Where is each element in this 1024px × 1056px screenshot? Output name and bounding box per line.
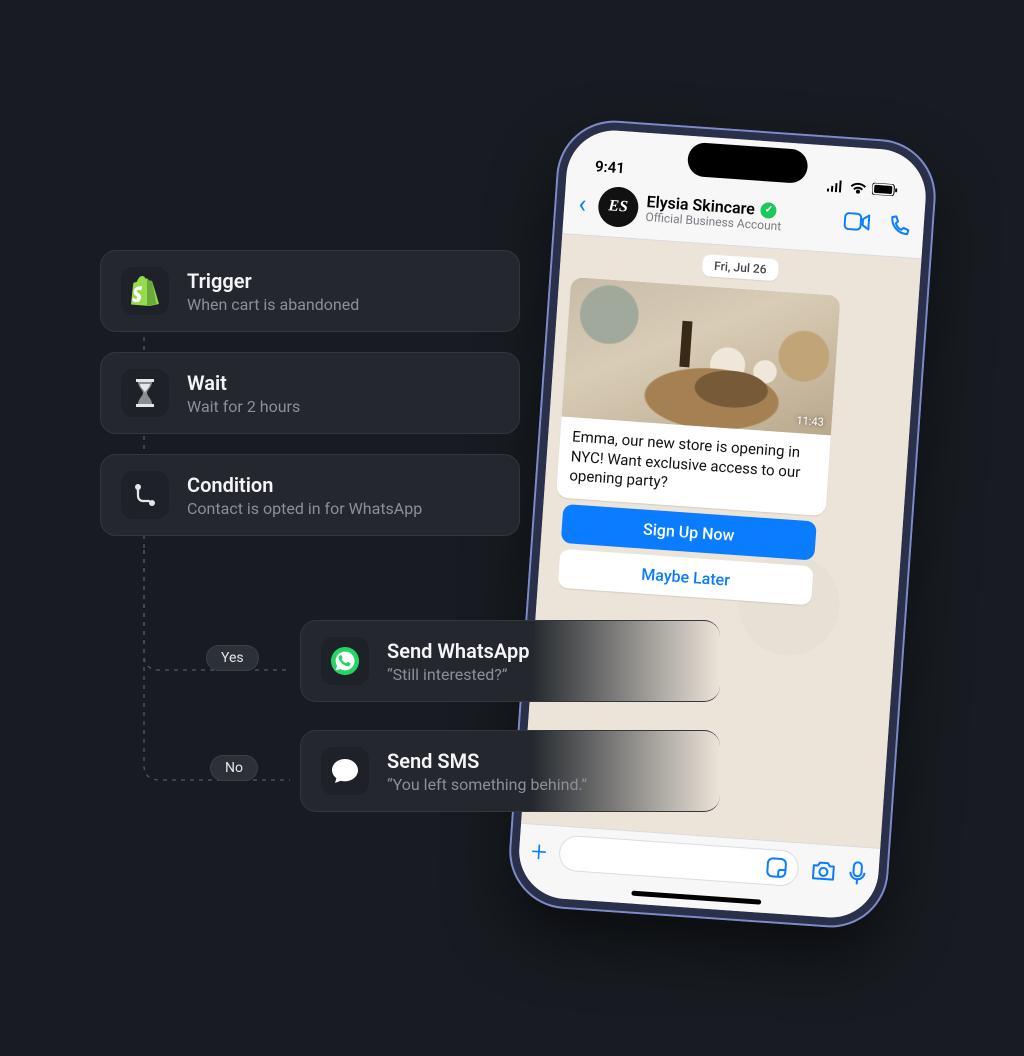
message-input[interactable] <box>558 834 800 887</box>
message-timestamp: 11:43 <box>796 414 824 429</box>
flow-node-title: Send SMS <box>387 749 587 773</box>
flow-node-title: Condition <box>187 473 422 497</box>
branch-label-no: No <box>210 755 258 781</box>
branch-label-yes: Yes <box>206 645 259 671</box>
flow-node-condition[interactable]: Condition Contact is opted in for WhatsA… <box>100 454 520 536</box>
status-time: 9:41 <box>594 157 625 177</box>
flow-node-trigger[interactable]: Trigger When cart is abandoned <box>100 250 520 332</box>
flow-node-title: Wait <box>187 371 300 395</box>
flow-node-send-whatsapp[interactable]: Send WhatsApp “Still interested?” <box>300 620 720 702</box>
microphone-icon[interactable] <box>848 861 868 886</box>
flow-node-subtitle: When cart is abandoned <box>187 295 359 314</box>
flow-node-subtitle: “You left something behind.” <box>387 775 587 794</box>
cellular-icon <box>826 179 845 192</box>
sticker-icon[interactable] <box>765 856 788 879</box>
battery-icon <box>872 183 899 197</box>
voice-call-icon[interactable] <box>887 215 910 238</box>
avatar-initials: ES <box>608 197 629 216</box>
date-chip: Fri, Jul 26 <box>701 254 779 281</box>
automation-flow: Trigger When cart is abandoned Wait Wait… <box>100 250 700 556</box>
hourglass-icon <box>121 369 169 417</box>
status-indicators <box>826 179 899 196</box>
video-call-icon[interactable] <box>843 212 870 232</box>
verified-badge-icon <box>760 202 777 219</box>
camera-icon[interactable] <box>810 859 837 883</box>
shopify-icon <box>121 267 169 315</box>
avatar[interactable]: ES <box>597 186 640 229</box>
flow-node-subtitle: “Still interested?” <box>387 665 529 684</box>
flow-node-subtitle: Contact is opted in for WhatsApp <box>187 499 422 518</box>
sms-icon <box>321 747 369 795</box>
flow-node-subtitle: Wait for 2 hours <box>187 397 300 416</box>
flow-node-title: Trigger <box>187 269 359 293</box>
flow-node-wait[interactable]: Wait Wait for 2 hours <box>100 352 520 434</box>
whatsapp-icon <box>321 637 369 685</box>
chat-title-block[interactable]: Elysia Skincare Official Business Accoun… <box>645 193 837 238</box>
back-icon[interactable]: ‹ <box>574 191 592 218</box>
branch-icon <box>121 471 169 519</box>
wifi-icon <box>850 181 867 194</box>
attach-icon[interactable]: + <box>530 834 548 868</box>
flow-node-title: Send WhatsApp <box>387 639 529 663</box>
flow-node-send-sms[interactable]: Send SMS “You left something behind.” <box>300 730 720 812</box>
